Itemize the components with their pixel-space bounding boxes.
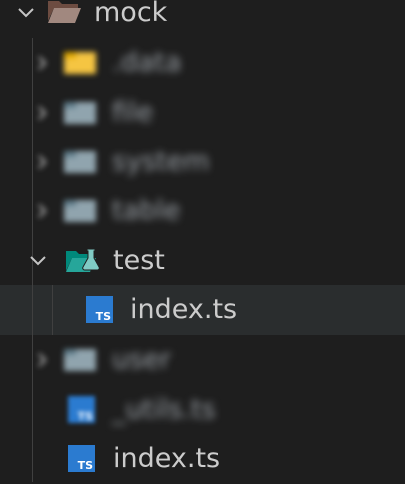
chevron-down-icon[interactable] (14, 1, 38, 25)
folder-icon (62, 345, 98, 377)
tree-item-label: .data (112, 47, 182, 78)
chevron-right-icon[interactable] (30, 51, 54, 75)
tree-item-label: index.ts (130, 294, 238, 325)
tree-item-label: file (112, 97, 154, 128)
tree-item-label: system (112, 146, 210, 177)
tree-item-label: test (113, 245, 165, 276)
tree-item-folder[interactable]: system (0, 137, 405, 187)
typescript-icon: TS (68, 445, 95, 472)
tree-item-label: _utils.ts (112, 394, 216, 425)
folder-yellow-icon (62, 48, 98, 80)
file-explorer-tree: mock .data file system table test TS ind… (0, 0, 405, 482)
chevron-right-icon[interactable] (30, 101, 54, 125)
chevron-down-icon[interactable] (26, 249, 50, 273)
chevron-right-icon[interactable] (30, 348, 54, 372)
tree-item-label: user (112, 344, 171, 375)
folder-open-icon (46, 0, 82, 27)
tree-item-file[interactable]: TS index.ts (0, 434, 405, 484)
tree-item-file-selected[interactable]: TS index.ts (0, 285, 405, 335)
indent-guide (32, 285, 33, 335)
tree-item-test-folder[interactable]: test (0, 236, 405, 286)
tree-item-folder[interactable]: .data (0, 38, 405, 88)
indent-guide (52, 285, 53, 335)
tree-item-label: mock (94, 0, 168, 28)
tree-item-folder[interactable]: file (0, 88, 405, 138)
chevron-right-icon[interactable] (30, 150, 54, 174)
folder-test-icon (64, 245, 100, 277)
tree-item-label: index.ts (113, 443, 221, 474)
tree-item-folder[interactable]: user (0, 335, 405, 385)
tree-item-folder[interactable]: table (0, 186, 405, 236)
folder-icon (62, 98, 98, 130)
chevron-right-icon[interactable] (30, 199, 54, 223)
tree-item-file[interactable]: TS _utils.ts (0, 385, 405, 435)
tree-item-label: table (112, 195, 181, 226)
typescript-icon: TS (86, 296, 113, 323)
folder-icon (62, 196, 98, 228)
tree-item-mock-folder[interactable]: mock (0, 0, 405, 38)
typescript-icon: TS (68, 396, 95, 423)
folder-icon (62, 147, 98, 179)
